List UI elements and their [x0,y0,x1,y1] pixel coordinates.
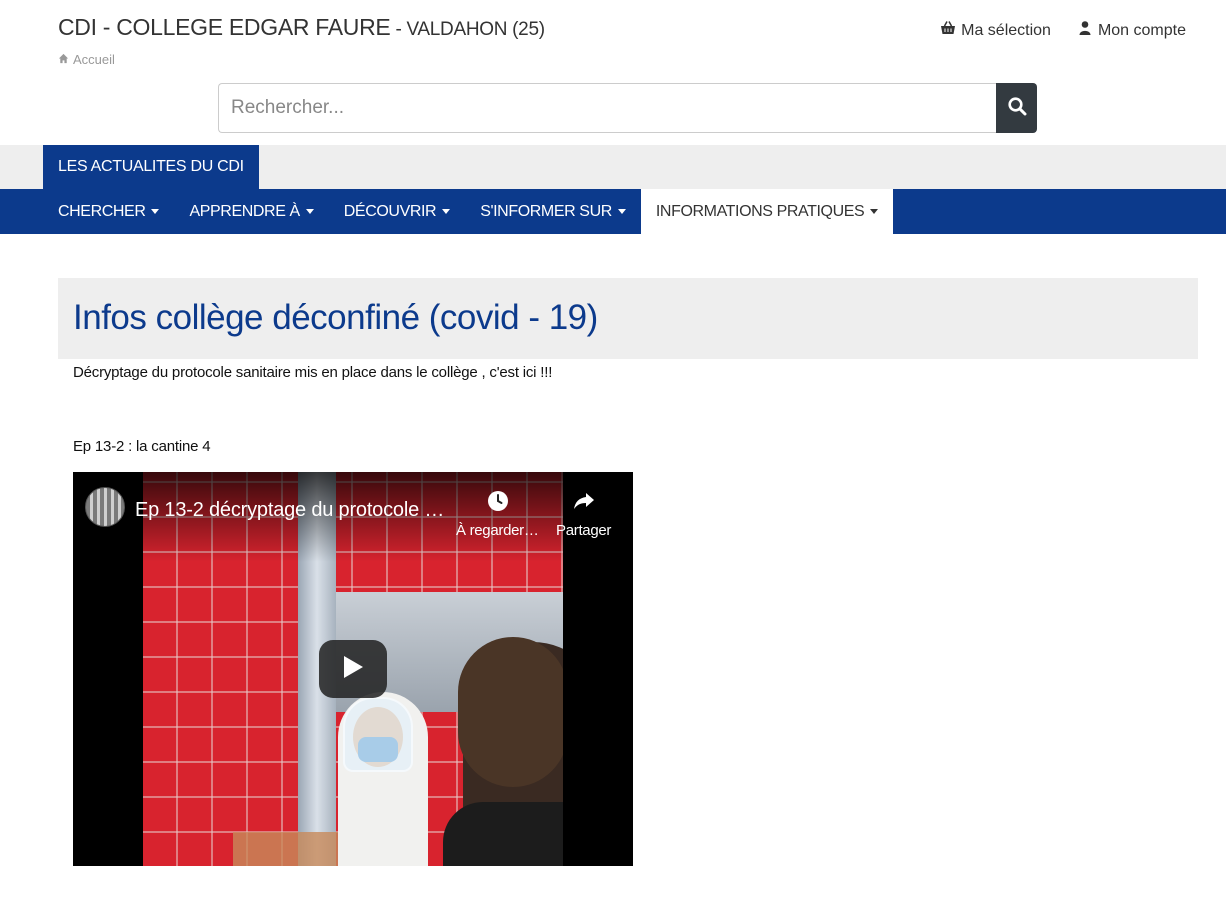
basket-icon [940,20,956,41]
my-account-label: Mon compte [1097,21,1186,39]
search-button[interactable] [996,83,1037,133]
nav-item-sinformer[interactable]: S'INFORMER SUR [465,189,641,234]
search-input[interactable] [218,83,996,133]
search-icon [1007,96,1027,121]
episode-label: Ep 13-2 : la cantine 4 [73,438,211,455]
site-title-main: CDI - COLLEGE EDGAR FAURE [58,14,391,40]
clock-icon [486,489,510,517]
user-icon [1077,20,1093,41]
site-title-suffix: - VALDAHON (25) [390,19,545,40]
play-icon [342,655,364,684]
my-selection-link[interactable]: Ma sélection [940,20,1051,41]
breadcrumb-home-label: Accueil [73,52,115,67]
caret-down-icon [442,209,451,214]
page-title: Infos collège déconfiné (covid - 19) [73,298,598,337]
share-label: Partager [556,522,612,539]
site-title[interactable]: CDI - COLLEGE EDGAR FAURE - VALDAHON (25… [58,14,545,41]
nav-item-chercher[interactable]: CHERCHER [43,189,174,234]
my-selection-label: Ma sélection [961,21,1051,39]
search-bar [218,83,1037,133]
nav-label: DÉCOUVRIR [343,202,437,220]
share-icon [572,489,596,517]
nav-label: INFORMATIONS PRATIQUES [655,202,865,220]
caret-down-icon [617,209,626,214]
watch-later-button[interactable]: À regarder plus tard [456,489,540,539]
share-button[interactable]: Partager [556,489,611,539]
caret-down-icon [151,209,160,214]
breadcrumb[interactable]: Accueil [58,52,115,67]
nav-label: CHERCHER [58,202,146,220]
my-account-link[interactable]: Mon compte [1077,20,1186,41]
nav-item-informations-pratiques[interactable]: INFORMATIONS PRATIQUES [640,189,894,234]
channel-avatar[interactable] [85,487,125,527]
main-nav: CHERCHER APPRENDRE À DÉCOUVRIR S'INFORME… [0,189,1226,234]
watch-later-label: À regarder plus tard [456,522,540,539]
nav-label: S'INFORMER SUR [480,202,612,220]
nav-item-apprendre[interactable]: APPRENDRE À [174,189,328,234]
page-title-box: Infos collège déconfiné (covid - 19) [58,278,1198,359]
caret-down-icon [870,209,879,214]
nav-label: APPRENDRE À [189,202,300,220]
tab-actualites[interactable]: LES ACTUALITES DU CDI [43,145,259,189]
caret-down-icon [305,209,314,214]
nav-item-decouvrir[interactable]: DÉCOUVRIR [329,189,465,234]
user-links: Ma sélection Mon compte [940,20,1186,41]
intro-text: Décryptage du protocole sanitaire mis en… [73,364,553,381]
video-title[interactable]: Ep 13-2 décryptage du protocole sanitair… [135,499,450,522]
play-button[interactable] [319,640,387,698]
video-player[interactable]: Ep 13-2 décryptage du protocole sanitair… [73,472,633,866]
home-icon [58,52,69,67]
